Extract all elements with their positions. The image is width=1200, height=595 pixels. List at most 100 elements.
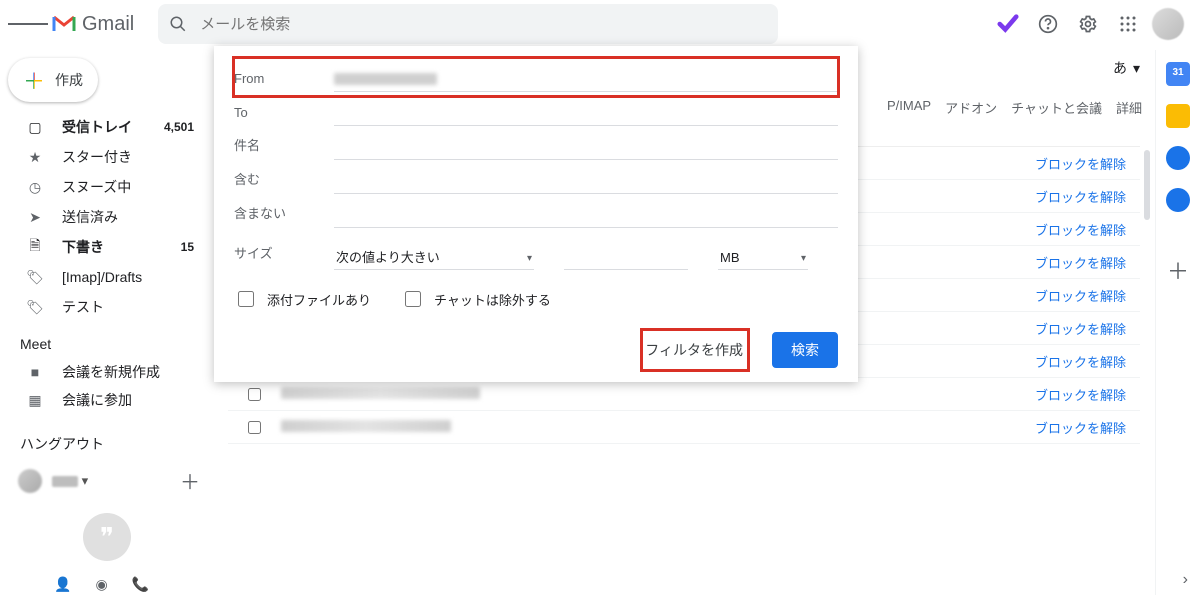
row-address [281, 386, 1035, 402]
unblock-link[interactable]: ブロックを解除 [1035, 187, 1126, 206]
tab-addons[interactable]: アドオン [945, 98, 997, 117]
contacts-icon[interactable] [1166, 188, 1190, 212]
filter-size-row: サイズ 次の値より大きい MB [234, 232, 838, 270]
meet-join-meeting[interactable]: ▦ 会議に参加 [2, 386, 212, 414]
sidebar-item-4[interactable]: 🗎下書き15 [2, 232, 212, 262]
sidebar-item-label: 受信トレイ [62, 117, 164, 137]
header-right [992, 8, 1192, 40]
sidebar-item-label: 下書き [62, 237, 181, 257]
blocked-row: ブロックを解除 [228, 378, 1140, 411]
settings-icon[interactable] [1072, 8, 1104, 40]
tasks-shortcut-icon[interactable] [992, 8, 1024, 40]
sidebar-item-label: [Imap]/Drafts [62, 269, 194, 285]
collapse-arrow-icon[interactable]: › [1183, 571, 1188, 589]
size-unit-select[interactable]: MB [718, 248, 808, 270]
meet-new-meeting[interactable]: ■ 会議を新規作成 [2, 358, 212, 386]
hangout-chat-icon[interactable]: ◉ [95, 576, 107, 593]
size-op-select[interactable]: 次の値より大きい [334, 248, 534, 270]
filter-subject-row: 件名 [234, 126, 838, 160]
keyboard-icon: ▦ [24, 392, 46, 409]
not-contains-input[interactable] [334, 206, 838, 225]
sidebar-item-3[interactable]: ➤送信済み [2, 202, 212, 232]
gmail-wordmark: Gmail [82, 13, 134, 36]
phone-icon[interactable]: 📞 [132, 576, 149, 593]
sidebar-item-0[interactable]: ▢受信トレイ4,501 [2, 112, 212, 142]
search-button[interactable]: 検索 [772, 332, 838, 368]
row-checkbox[interactable] [248, 388, 261, 401]
unblock-link[interactable]: ブロックを解除 [1035, 352, 1126, 371]
hangout-add-icon[interactable]: ＋ [180, 466, 200, 495]
sidebar-item-6[interactable]: 🏷 テスト [2, 292, 212, 322]
to-input[interactable] [334, 104, 838, 123]
language-selector[interactable]: あ ▾ [1113, 58, 1140, 78]
create-filter-label: フィルタを作成 [645, 340, 743, 360]
tab-details[interactable]: 詳細 [1116, 98, 1142, 117]
right-rail: ＋ › [1155, 50, 1200, 595]
hangout-self-row[interactable]: ▾ ＋ [2, 460, 212, 501]
contains-label: 含む [234, 169, 334, 194]
exclude-chat-checkbox[interactable] [405, 291, 421, 307]
unblock-link[interactable]: ブロックを解除 [1035, 253, 1126, 272]
meet-new-label: 会議を新規作成 [62, 362, 160, 382]
scrollbar[interactable] [1144, 150, 1150, 220]
sidebar: ＋ 作成 ▢受信トレイ4,501★スター付き◷スヌーズ中➤送信済み🗎下書き15🏷… [0, 56, 212, 595]
tab-pop-imap[interactable]: P/IMAP [887, 98, 931, 117]
subject-input[interactable] [334, 138, 838, 157]
unblock-link[interactable]: ブロックを解除 [1035, 286, 1126, 305]
hangout-avatar [18, 469, 42, 493]
sidebar-item-1[interactable]: ★スター付き [2, 142, 212, 172]
sidebar-item-label: スヌーズ中 [62, 177, 194, 197]
gmail-logo[interactable]: Gmail [52, 13, 134, 36]
contains-input[interactable] [334, 172, 838, 191]
sidebar-item-count: 4,501 [164, 120, 194, 134]
sidebar-item-label: スター付き [62, 147, 194, 167]
sidebar-item-5[interactable]: 🏷[Imap]/Drafts [2, 262, 212, 292]
row-checkbox[interactable] [248, 421, 261, 434]
file-icon: 🗎 [24, 235, 46, 259]
tasks-icon[interactable] [1166, 146, 1190, 170]
calendar-icon[interactable] [1166, 62, 1190, 86]
label-icon: 🏷 [24, 299, 46, 316]
account-avatar[interactable] [1152, 8, 1184, 40]
filter-to-row: To [234, 92, 838, 126]
unblock-link[interactable]: ブロックを解除 [1035, 319, 1126, 338]
tab-chat-meet[interactable]: チャットと会議 [1011, 98, 1102, 117]
unblock-link[interactable]: ブロックを解除 [1035, 220, 1126, 239]
help-icon[interactable] [1032, 8, 1064, 40]
not-contains-label: 含まない [234, 203, 334, 228]
meet-section-title: Meet [2, 322, 212, 358]
exclude-chat-check[interactable]: チャットは除外する [401, 288, 551, 310]
has-attachment-check[interactable]: 添付ファイルあり [234, 288, 371, 310]
unblock-link[interactable]: ブロックを解除 [1035, 385, 1126, 404]
search-bar[interactable] [158, 4, 778, 44]
plus-icon: ＋ [23, 64, 45, 96]
subject-label: 件名 [234, 135, 334, 160]
video-icon: ■ [24, 364, 46, 380]
filter-actions: フィルタを作成 検索 [234, 332, 838, 368]
person-icon[interactable]: 👤 [54, 576, 71, 593]
hangout-bottom-icons: 👤 ◉ 📞 [54, 576, 149, 593]
compose-label: 作成 [55, 70, 83, 90]
from-input-wrap[interactable] [334, 67, 838, 92]
hangout-section-title: ハングアウト [2, 414, 212, 460]
chevron-down-icon: ▾ [1133, 60, 1140, 77]
menu-icon[interactable] [8, 4, 48, 44]
from-value-redacted [334, 73, 437, 85]
addons-plus-icon[interactable]: ＋ [1167, 254, 1189, 286]
language-label: あ [1113, 58, 1127, 78]
compose-button[interactable]: ＋ 作成 [8, 58, 98, 102]
size-value-input[interactable] [564, 248, 688, 267]
search-input[interactable] [190, 15, 770, 34]
exclude-chat-label: チャットは除外する [434, 290, 551, 309]
keep-icon[interactable] [1166, 104, 1190, 128]
search-label: 検索 [791, 340, 819, 360]
filter-checks-row: 添付ファイルあり チャットは除外する [234, 288, 838, 310]
has-attachment-checkbox[interactable] [238, 291, 254, 307]
sidebar-item-2[interactable]: ◷スヌーズ中 [2, 172, 212, 202]
sidebar-item-label: テスト [62, 297, 194, 317]
apps-grid-icon[interactable] [1112, 8, 1144, 40]
search-icon[interactable] [166, 12, 190, 36]
unblock-link[interactable]: ブロックを解除 [1035, 418, 1126, 437]
create-filter-button[interactable]: フィルタを作成 [626, 332, 762, 368]
unblock-link[interactable]: ブロックを解除 [1035, 154, 1126, 173]
